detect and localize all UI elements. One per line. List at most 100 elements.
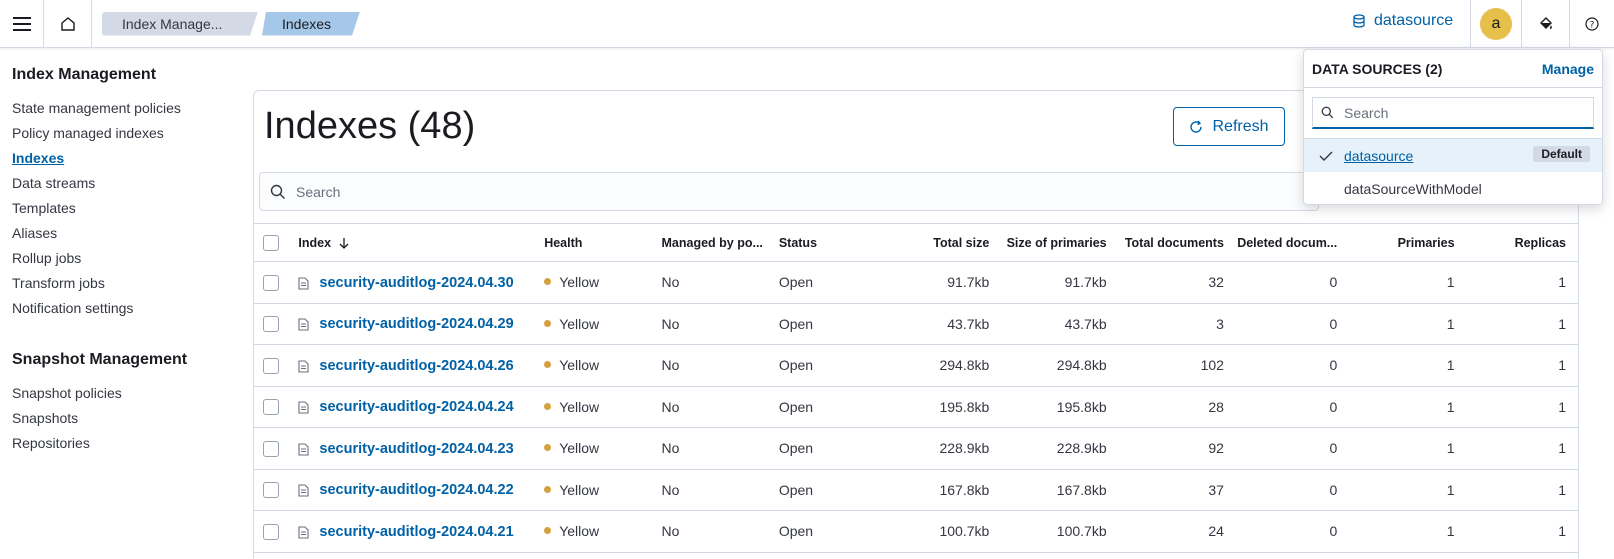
primaries-value: 1 [1343, 386, 1461, 428]
datasource-search-input[interactable]: Search [1312, 97, 1594, 129]
table-row: security-auditlog-2024.04.22 Yellow No Open… [254, 469, 1578, 511]
avatar: a [1480, 8, 1512, 40]
theme-button[interactable] [1522, 0, 1570, 48]
total-size-value: 167.8kb [894, 469, 996, 511]
column-header-total-size[interactable]: Total size [894, 223, 996, 262]
index-name-link[interactable]: security-auditlog-2024.04.26 [319, 358, 513, 374]
home-button[interactable] [44, 0, 92, 48]
primary-size-value: 195.8kb [995, 386, 1113, 428]
help-button[interactable]: ? [1570, 0, 1614, 48]
row-checkbox[interactable] [263, 274, 279, 291]
refresh-icon [1190, 120, 1203, 133]
column-header-managed[interactable]: Managed by po... [655, 223, 773, 262]
select-all-checkbox[interactable] [263, 234, 279, 251]
replicas-value: 1 [1460, 469, 1578, 511]
health-value: Yellow [559, 274, 600, 291]
row-checkbox[interactable] [263, 357, 279, 374]
row-checkbox[interactable] [263, 523, 279, 540]
row-checkbox[interactable] [263, 440, 279, 457]
datasource-option-datasource[interactable]: datasource Default [1304, 139, 1602, 172]
sidebar-item-snapshots[interactable]: Snapshots [12, 406, 232, 431]
total-documents-value: 3 [1112, 303, 1230, 345]
row-checkbox[interactable] [263, 482, 279, 499]
sidebar-item-aliases[interactable]: Aliases [12, 221, 232, 246]
sidebar-item-repositories[interactable]: Repositories [12, 431, 232, 456]
paint-icon [1539, 17, 1552, 30]
index-name-link[interactable]: security-auditlog-2024.04.24 [319, 399, 513, 415]
index-name-link[interactable]: security-auditlog-2024.04.21 [319, 524, 513, 540]
total-documents-value: 92 [1112, 427, 1230, 470]
deleted-documents-value: 0 [1229, 427, 1344, 470]
sidebar-item-indexes[interactable]: Indexes [12, 146, 232, 171]
primaries-value: 1 [1343, 510, 1461, 553]
column-header-health[interactable]: Health [538, 223, 656, 262]
managed-value: No [655, 510, 773, 553]
side-nav: Index Management State management polici… [12, 66, 232, 456]
breadcrumb-index-management[interactable]: Index Manage... [102, 12, 258, 36]
row-checkbox[interactable] [263, 399, 279, 416]
health-value: Yellow [559, 523, 600, 540]
replicas-value: 1 [1460, 303, 1578, 345]
managed-value: No [655, 261, 773, 304]
managed-value: No [655, 303, 773, 345]
replicas-value: 1 [1460, 386, 1578, 428]
sidebar-item-rollup-jobs[interactable]: Rollup jobs [12, 246, 232, 271]
status-value: Open [772, 510, 895, 553]
sidebar-item-data-streams[interactable]: Data streams [12, 171, 232, 196]
managed-value: No [655, 386, 773, 428]
datasource-option-datasourcewithmodel[interactable]: dataSourceWithModel [1304, 172, 1602, 205]
document-icon [298, 276, 309, 290]
table-row: security-auditlog-2024.04.23 Yellow No Open… [254, 427, 1578, 470]
total-size-value: 100.7kb [894, 510, 996, 553]
index-name-link[interactable]: security-auditlog-2024.04.29 [319, 316, 513, 332]
default-badge: Default [1533, 146, 1590, 162]
table-row: security-auditlog-2024.04.30 Yellow No Open… [254, 261, 1578, 304]
column-header-primaries[interactable]: Primaries [1343, 223, 1461, 262]
column-header-replicas[interactable]: Replicas [1460, 223, 1578, 262]
total-documents-value: 32 [1112, 261, 1230, 304]
primary-size-value: 91.7kb [995, 261, 1113, 304]
datasource-search-placeholder: Search [1344, 104, 1389, 121]
sidebar-item-state-management-policies[interactable]: State management policies [12, 96, 232, 121]
total-size-value: 91.7kb [894, 261, 996, 304]
search-icon [1321, 106, 1334, 119]
column-header-size-of-primaries[interactable]: Size of primaries [995, 223, 1113, 262]
manage-link[interactable]: Manage [1542, 61, 1594, 77]
status-value: Open [772, 427, 895, 470]
user-menu[interactable]: a [1470, 0, 1522, 48]
menu-button[interactable] [0, 0, 44, 48]
health-dot-icon [544, 361, 552, 369]
column-header-status[interactable]: Status [772, 223, 895, 262]
column-header-deleted-documents[interactable]: Deleted docum... [1229, 223, 1344, 262]
sidebar-item-notification-settings[interactable]: Notification settings [12, 296, 232, 321]
datasource-picker-button[interactable]: datasource [1352, 12, 1453, 30]
primaries-value: 1 [1343, 427, 1461, 470]
column-header-index[interactable]: Index [292, 223, 539, 262]
sidebar-item-templates[interactable]: Templates [12, 196, 232, 221]
sidebar-item-policy-managed-indexes[interactable]: Policy managed indexes [12, 121, 232, 146]
table-row: security-auditlog-2024.04.26 Yellow No Open… [254, 344, 1578, 387]
row-checkbox[interactable] [263, 316, 279, 333]
help-icon: ? [1585, 17, 1599, 31]
primary-size-value: 228.9kb [995, 427, 1113, 470]
indexes-table: Index Health Managed by po... Status Tot… [254, 223, 1578, 553]
column-header-total-documents[interactable]: Total documents [1112, 223, 1230, 262]
index-name-link[interactable]: security-auditlog-2024.04.23 [319, 441, 513, 457]
sidebar-item-snapshot-policies[interactable]: Snapshot policies [12, 381, 232, 406]
total-size-value: 43.7kb [894, 303, 996, 345]
health-value: Yellow [559, 315, 600, 332]
sort-down-icon [339, 238, 349, 250]
refresh-button[interactable]: Refresh [1173, 107, 1285, 146]
search-input[interactable]: Search [259, 172, 1319, 211]
svg-text:?: ? [1590, 21, 1595, 31]
deleted-documents-value: 0 [1229, 303, 1344, 345]
sidebar-item-transform-jobs[interactable]: Transform jobs [12, 271, 232, 296]
index-name-link[interactable]: security-auditlog-2024.04.22 [319, 482, 513, 498]
document-icon [298, 359, 309, 373]
index-name-link[interactable]: security-auditlog-2024.04.30 [319, 275, 513, 291]
health-value: Yellow [559, 481, 600, 498]
page-title: Indexes (48) [264, 105, 476, 147]
refresh-label: Refresh [1212, 117, 1269, 135]
search-icon [270, 184, 285, 199]
total-size-value: 228.9kb [894, 427, 996, 470]
